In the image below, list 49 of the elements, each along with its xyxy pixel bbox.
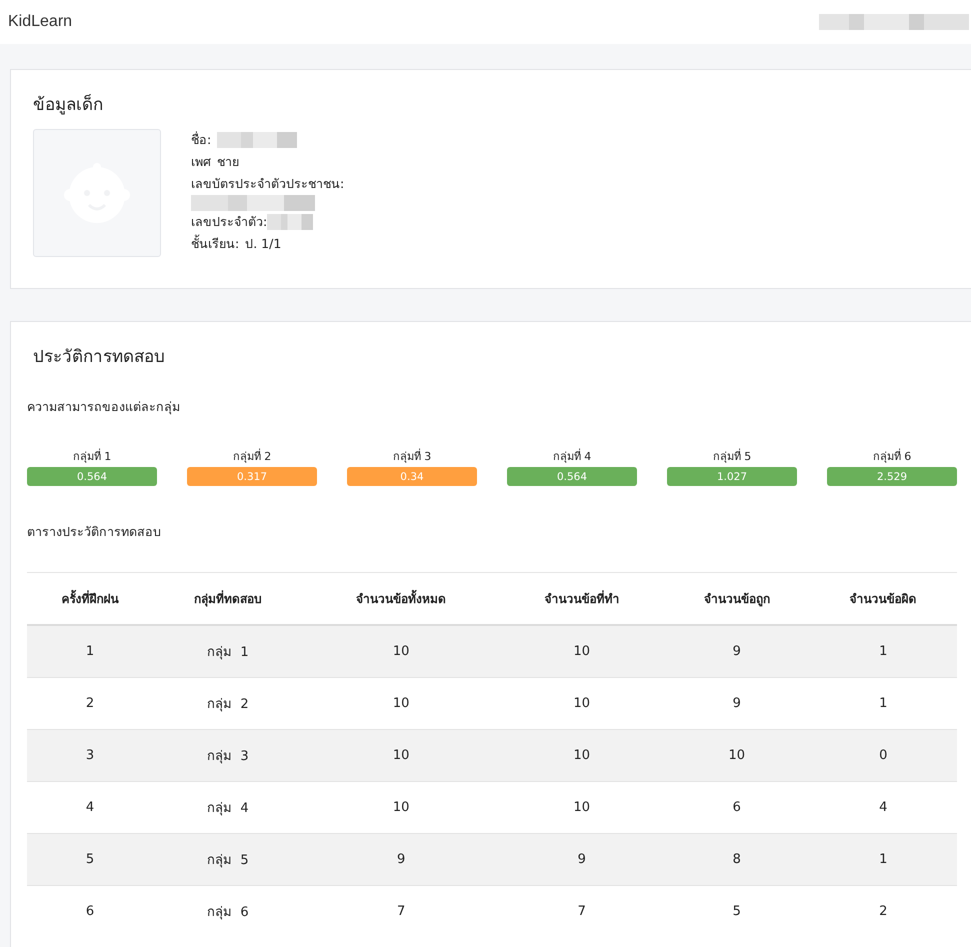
- table-cell: 8: [664, 834, 810, 886]
- table-cell: 6: [27, 886, 154, 937]
- score-badge: 0.34: [347, 467, 477, 486]
- table-cell: 10: [499, 625, 664, 678]
- group-label: กลุ่มที่ 6: [872, 448, 912, 465]
- score-badge: 0.317: [187, 467, 317, 486]
- score-badge: 1.027: [667, 467, 797, 486]
- gender-value: ชาย: [217, 153, 239, 171]
- table-cell: กลุ่ม 5: [153, 834, 303, 886]
- group-label: กลุ่มที่ 1: [72, 448, 112, 465]
- group-label: กลุ่มที่ 3: [392, 448, 432, 465]
- group-label: กลุ่มที่ 2: [232, 448, 272, 465]
- table-cell: 3: [27, 730, 154, 782]
- app-name[interactable]: KidLearn: [8, 13, 72, 31]
- group-label: กลุ่มที่ 4: [552, 448, 592, 465]
- name-label: ชื่อ:: [191, 130, 212, 149]
- subsection-title: ตารางประวัติการทดสอบ: [27, 523, 162, 541]
- table-cell: กลุ่ม 1: [153, 625, 303, 678]
- grade-label: ชั้นเรียน:: [191, 234, 240, 253]
- table-cell: 1: [809, 625, 957, 678]
- table-cell: กลุ่ม 6: [153, 886, 303, 937]
- score-badge: 0.564: [507, 467, 637, 486]
- table-cell: 9: [302, 834, 500, 886]
- table-cell: กลุ่ม 3: [153, 730, 303, 782]
- gender-label: เพศ: [191, 153, 211, 171]
- score-badge: 2.529: [827, 467, 957, 486]
- table-cell: 9: [664, 625, 810, 678]
- score-badge: 0.564: [27, 467, 157, 486]
- table-cell: 10: [302, 730, 500, 782]
- section-title: ข้อมูลเด็ก: [33, 93, 104, 117]
- student-id-label: เลขประจำตัว:: [191, 213, 268, 231]
- table-cell: 9: [499, 834, 664, 886]
- group-label: กลุ่มที่ 5: [712, 448, 752, 465]
- table-cell: 0: [809, 730, 957, 782]
- grade-value: ป. 1/1: [245, 235, 282, 253]
- table-cell: 7: [499, 886, 664, 937]
- table-cell: 7: [302, 886, 500, 937]
- table-cell: 10: [664, 730, 810, 782]
- table-cell: 1: [27, 625, 154, 678]
- table-cell: 10: [302, 625, 500, 678]
- section-title: ประวัติการทดสอบ: [33, 346, 166, 369]
- table-cell: 10: [499, 730, 664, 782]
- redacted-block: [267, 214, 314, 230]
- table-cell: 1: [809, 834, 957, 886]
- table-cell: 5: [664, 886, 810, 937]
- id-card-label: เลขบัตรประจำตัวประชาชน:: [191, 175, 344, 193]
- table-cell: 2: [809, 886, 957, 937]
- subsection-title: ความสามารถของแต่ละกลุ่ม: [27, 398, 181, 416]
- table-cell: 5: [27, 834, 154, 886]
